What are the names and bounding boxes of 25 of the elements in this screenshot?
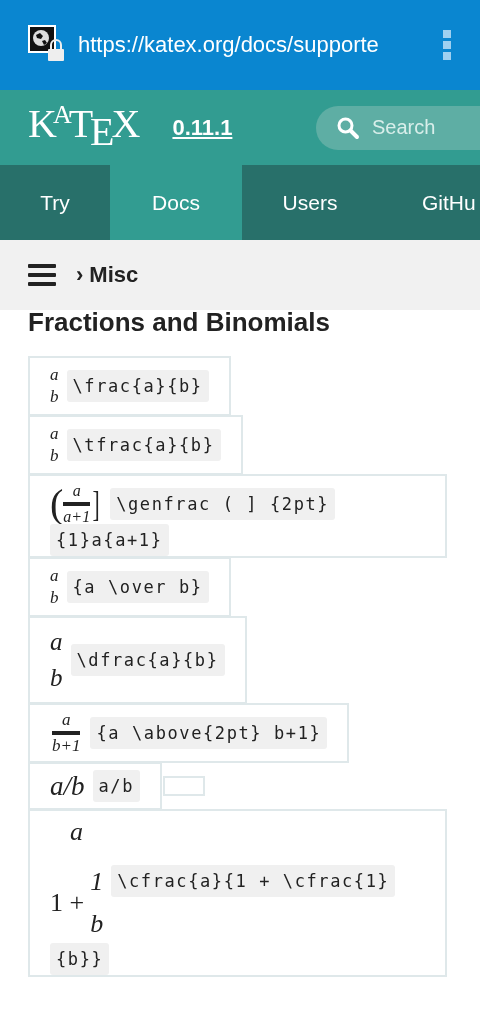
math-formula: a b bbox=[50, 364, 59, 408]
code-snippet: {1}a{a+1} bbox=[50, 524, 169, 556]
nav-tab[interactable]: Docs bbox=[110, 165, 242, 240]
breadcrumb-title: Misc bbox=[89, 262, 139, 288]
search-field[interactable]: Search bbox=[316, 105, 480, 150]
url-text[interactable]: https://katex.org/docs/supporte bbox=[78, 32, 432, 58]
math-formula: a/b bbox=[50, 770, 85, 802]
code-snippet: \frac{a}{b} bbox=[66, 370, 209, 402]
code-snippet: {a \over b} bbox=[66, 571, 209, 603]
math-formula: a b bbox=[50, 627, 63, 693]
search-icon bbox=[336, 115, 360, 140]
code-snippet: {a \above{2pt} b+1} bbox=[90, 717, 328, 749]
code-snippet: \cfrac{a}{1 + \cfrac{1} bbox=[111, 865, 396, 897]
code-snippet: {b}} bbox=[50, 943, 110, 975]
code-snippet: \dfrac{a}{b} bbox=[70, 644, 225, 676]
chevron-icon: › bbox=[76, 262, 84, 288]
version-link[interactable]: 0.11.1 bbox=[172, 114, 233, 141]
section-heading: Fractions and Binomials bbox=[28, 306, 331, 338]
code-snippet: \genfrac ( ] {2pt} bbox=[110, 488, 336, 520]
code-snippet: a/b bbox=[92, 770, 141, 802]
math-formula: a b+1 bbox=[51, 711, 82, 755]
menu-icon[interactable] bbox=[28, 263, 56, 287]
math-formula: a b bbox=[50, 565, 59, 609]
code-snippet: \tfrac{a}{b} bbox=[66, 429, 221, 461]
math-formula: a b bbox=[50, 423, 59, 467]
